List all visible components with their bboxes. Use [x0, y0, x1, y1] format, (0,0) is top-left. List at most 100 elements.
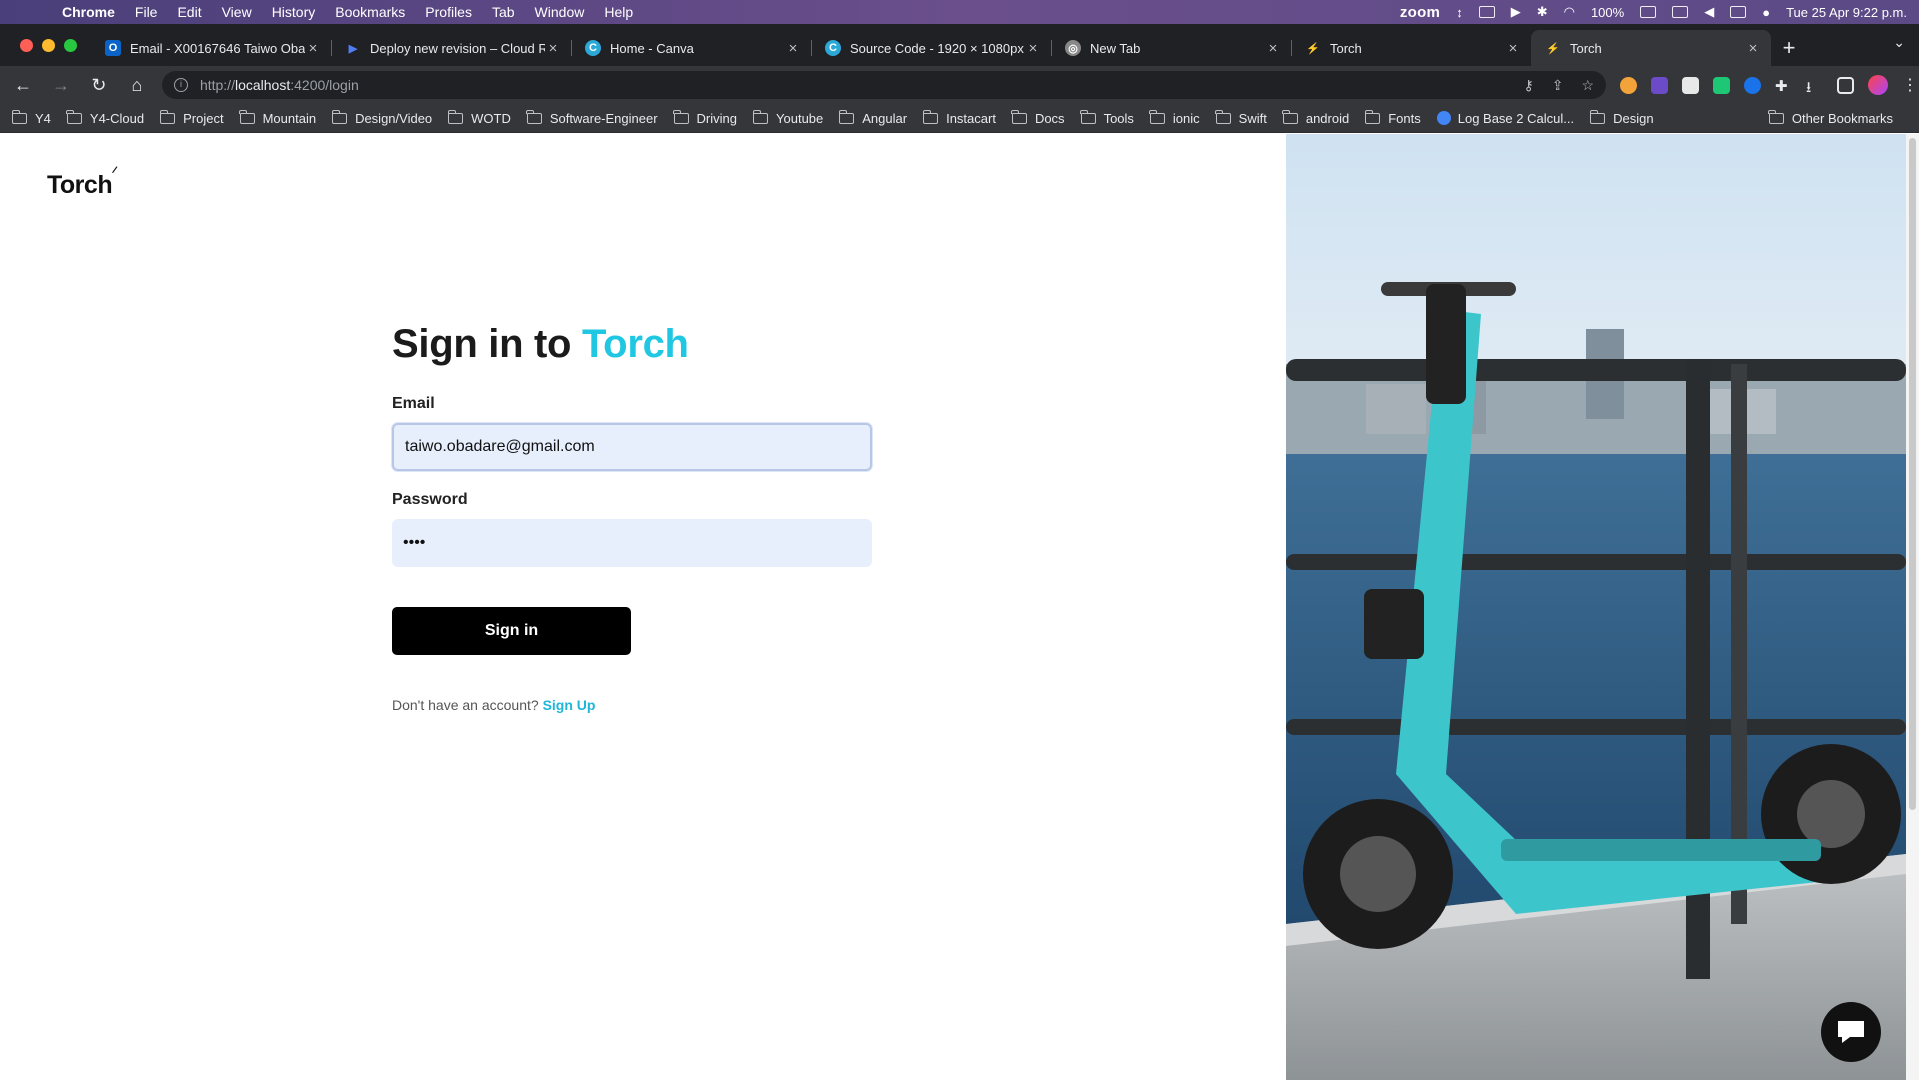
page-scrollbar[interactable] [1906, 134, 1919, 1080]
folder-icon [1364, 109, 1381, 124]
close-window-button[interactable] [20, 38, 33, 52]
address-bar[interactable]: i http://localhost:4200/login ⚷ ⇪ ☆ [161, 71, 1607, 99]
menu-app-name[interactable]: Chrome [52, 0, 125, 24]
bookmark-folder[interactable]: Instacart [922, 109, 996, 126]
zoom-window-button[interactable] [64, 38, 77, 52]
close-tab-icon[interactable]: × [305, 40, 321, 57]
back-button[interactable]: ← [8, 70, 38, 100]
bookmark-folder[interactable]: Fonts [1364, 109, 1421, 126]
bookmark-folder[interactable]: Swift [1215, 109, 1267, 126]
bookmark-folder[interactable]: Mountain [239, 109, 316, 126]
close-tab-icon[interactable]: × [785, 40, 801, 57]
window-controls [0, 24, 91, 66]
bookmark-folder[interactable]: WOTD [447, 109, 511, 126]
other-bookmarks[interactable]: Other Bookmarks [1768, 109, 1893, 126]
url-scheme: http:// [199, 77, 235, 93]
control-center-icon[interactable] [1730, 6, 1747, 18]
bookmark-label: Y4-Cloud [89, 110, 145, 126]
menu-view[interactable]: View [212, 0, 262, 24]
minimize-window-button[interactable] [42, 38, 55, 52]
volume-icon[interactable]: ◀ [1704, 4, 1714, 20]
extension-s-icon[interactable] [1651, 76, 1669, 94]
sign-up-link[interactable]: Sign Up [543, 697, 596, 713]
play-icon[interactable]: ▶ [1511, 4, 1521, 20]
close-tab-icon[interactable]: × [1745, 40, 1761, 57]
extension-w-icon[interactable] [1744, 76, 1762, 94]
bookmark-folder[interactable]: Angular [838, 109, 907, 126]
sign-in-button[interactable]: Sign in [392, 607, 631, 655]
bookmark-link[interactable]: Log Base 2 Calcul... [1436, 111, 1574, 126]
puzzle-icon[interactable]: ✚ [1775, 77, 1792, 95]
tab-torch[interactable]: ⚡ Torch × [1291, 30, 1531, 66]
display-icon[interactable] [1672, 6, 1689, 18]
folder-icon [526, 109, 542, 124]
kebab-menu-icon[interactable]: ⋮ [1902, 77, 1919, 94]
bookmark-folder[interactable]: android [1282, 109, 1349, 126]
password-field[interactable]: •••• [392, 519, 872, 567]
battery-icon[interactable] [1640, 6, 1657, 18]
menu-window[interactable]: Window [525, 0, 595, 24]
tab-new-tab[interactable]: ◎ New Tab × [1051, 30, 1291, 66]
clock-datetime[interactable]: Tue 25 Apr 9:22 p.m. [1786, 5, 1907, 20]
zoom-status-label[interactable]: zoom [1400, 4, 1440, 21]
tab-email[interactable]: O Email - X00167646 Taiwo Obadare × [91, 30, 331, 66]
transfer-icon[interactable]: ↕ [1456, 5, 1463, 20]
forward-button[interactable]: → [46, 70, 76, 100]
menu-profiles[interactable]: Profiles [415, 0, 482, 24]
wifi-icon[interactable]: ◠ [1564, 4, 1575, 20]
key-icon[interactable]: ⚷ [1523, 77, 1533, 94]
home-button[interactable]: ⌂ [122, 70, 152, 100]
tab-search-chevron-icon[interactable]: ⌄ [1893, 34, 1905, 51]
new-tab-button[interactable]: + [1771, 30, 1807, 66]
screen-mirror-icon[interactable] [1478, 6, 1495, 18]
close-tab-icon[interactable]: × [545, 40, 561, 57]
bookmark-folder[interactable]: Driving [673, 109, 737, 126]
email-field[interactable]: taiwo.obadare@gmail.com [392, 423, 872, 471]
menu-tab[interactable]: Tab [482, 0, 525, 24]
bookmark-folder[interactable]: Docs [1011, 109, 1065, 126]
bluetooth-icon[interactable]: ✱ [1537, 4, 1548, 20]
tab-title: Source Code - 1920 × 1080px [850, 40, 1024, 56]
close-tab-icon[interactable]: × [1265, 40, 1281, 57]
canva-icon: C [825, 40, 841, 56]
menu-edit[interactable]: Edit [167, 0, 211, 24]
bookmark-folder[interactable]: Y4-Cloud [66, 109, 145, 126]
site-info-icon[interactable]: i [173, 78, 188, 92]
share-icon[interactable]: ⇪ [1552, 77, 1564, 94]
siri-icon[interactable]: ● [1762, 5, 1770, 20]
bookmark-folder[interactable]: ionic [1149, 109, 1200, 126]
extension-gallery-icon[interactable] [1682, 76, 1700, 94]
chat-widget-button[interactable] [1821, 1002, 1881, 1062]
folder-icon [159, 109, 176, 124]
bookmark-folder[interactable]: Software-Engineer [526, 109, 658, 126]
tab-canva-home[interactable]: C Home - Canva × [571, 30, 811, 66]
close-tab-icon[interactable]: × [1505, 40, 1521, 57]
profile-avatar[interactable] [1868, 75, 1889, 95]
torch-logo[interactable]: Torch / [47, 165, 117, 200]
star-icon[interactable]: ☆ [1581, 77, 1594, 94]
bookmark-label: Project [183, 110, 224, 126]
tab-torch-active[interactable]: ⚡ Torch × [1531, 30, 1771, 66]
bookmark-folder[interactable]: Youtube [752, 109, 823, 126]
close-tab-icon[interactable]: × [1025, 40, 1041, 57]
title-brand: Torch [582, 322, 689, 366]
bookmark-folder[interactable]: Design [1589, 109, 1654, 126]
bookmark-folder[interactable]: Y4 [11, 109, 51, 126]
extension-honey-icon[interactable] [1620, 76, 1638, 94]
folder-icon [922, 109, 939, 124]
extension-flag-icon[interactable] [1713, 76, 1731, 94]
menu-history[interactable]: History [262, 0, 326, 24]
menu-help[interactable]: Help [594, 0, 643, 24]
bookmark-folder[interactable]: Tools [1080, 109, 1134, 126]
download-icon[interactable]: ⭳ [1806, 77, 1823, 96]
menu-file[interactable]: File [125, 0, 168, 24]
tab-cloud-run[interactable]: ▶ Deploy new revision – Cloud Run × [331, 30, 571, 66]
bookmark-folder[interactable]: Project [159, 109, 224, 126]
tab-canva-source[interactable]: C Source Code - 1920 × 1080px × [811, 30, 1051, 66]
bookmark-folder[interactable]: Design/Video [331, 109, 432, 126]
torch-icon: ⚡ [1546, 42, 1560, 55]
menu-bookmarks[interactable]: Bookmarks [325, 0, 415, 24]
reload-button[interactable]: ↻ [84, 70, 114, 100]
scrollbar-thumb[interactable] [1909, 138, 1916, 810]
side-panel-icon[interactable] [1837, 76, 1855, 94]
